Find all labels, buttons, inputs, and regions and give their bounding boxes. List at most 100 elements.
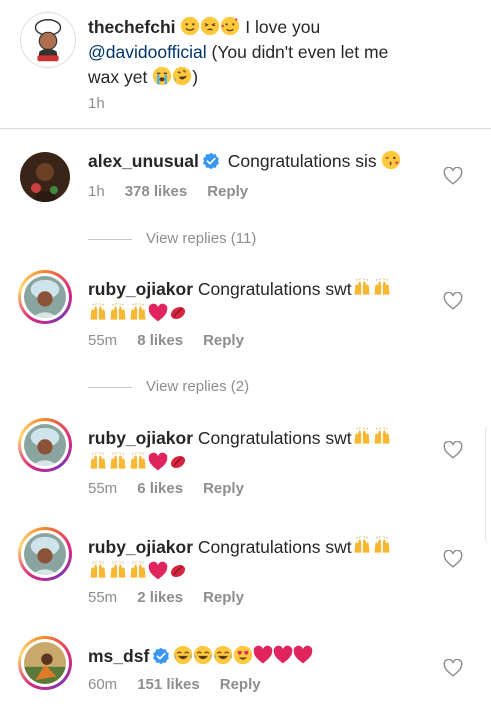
avatar[interactable] (18, 636, 72, 690)
comment-text: I love you (240, 17, 321, 37)
raising-hands-icon (108, 303, 128, 323)
raising-hands-icon (372, 427, 392, 447)
raising-hands-icon (128, 452, 148, 472)
view-replies-divider (88, 387, 132, 388)
smiling-face-icon (180, 16, 200, 36)
comment-line (88, 560, 188, 584)
likes-count[interactable]: 8 likes (137, 332, 183, 349)
comment-username[interactable]: thechefchi (88, 17, 176, 37)
reply-button[interactable]: Reply (203, 480, 244, 497)
red-heart-icon (253, 645, 273, 665)
comment-meta: 60m 151 likes Reply (88, 676, 261, 693)
avatar[interactable] (20, 12, 76, 68)
comment-username[interactable]: ruby_ojiakor (88, 428, 193, 448)
comment-time: 60m (88, 676, 118, 693)
kiss-mark-icon (168, 561, 188, 581)
like-heart-icon[interactable] (443, 441, 463, 459)
comment-username[interactable]: ms_dsf (88, 646, 149, 666)
user-photo-avatar-icon (24, 424, 66, 466)
face-with-tears-of-joy-icon (193, 645, 213, 665)
comment-username[interactable]: ruby_ojiakor (88, 279, 193, 299)
comment-line (88, 302, 188, 326)
reply-button[interactable]: Reply (220, 676, 261, 693)
comment-text: Congratulations sis (222, 151, 382, 171)
reply-button[interactable]: Reply (203, 589, 244, 606)
face-blowing-kiss-icon (381, 150, 401, 170)
comment-line: alex_unusual Congratulations sis (88, 149, 401, 173)
comment-meta: 55m 8 likes Reply (88, 332, 244, 349)
user-photo-avatar-icon (24, 642, 66, 684)
raising-hands-icon (372, 278, 392, 298)
scrollbar[interactable] (485, 425, 491, 545)
comment-meta: 55m 6 likes Reply (88, 480, 244, 497)
comment-line: ruby_ojiakor Congratulations swt (88, 535, 392, 559)
user-photo-avatar-icon (20, 152, 70, 202)
view-replies-link[interactable]: View replies (2) (146, 378, 249, 395)
like-heart-icon[interactable] (443, 167, 463, 185)
likes-count[interactable]: 6 likes (137, 480, 183, 497)
top-comment: thechefchi I love you @davidoofficial (Y… (0, 0, 491, 129)
comment-meta: 1h 378 likes Reply (88, 183, 248, 200)
comment-line-3: wax yet ) (88, 65, 198, 89)
comment-line: ms_dsf (88, 644, 313, 668)
raising-hands-icon (128, 303, 148, 323)
comment-username[interactable]: ruby_ojiakor (88, 537, 193, 557)
view-replies-link[interactable]: View replies (11) (146, 230, 256, 247)
raising-hands-icon (372, 536, 392, 556)
comment-text: ) (192, 67, 199, 87)
raising-hands-icon (128, 561, 148, 581)
crying-face-icon (152, 66, 172, 86)
raising-hands-icon (352, 278, 372, 298)
likes-count[interactable]: 378 likes (125, 183, 188, 200)
reply-button[interactable]: Reply (203, 332, 244, 349)
red-heart-icon (148, 452, 168, 472)
avatar[interactable] (18, 527, 72, 581)
raising-hands-icon (108, 452, 128, 472)
comment-line-2: @davidoofficial (You didn't even let me (88, 40, 388, 64)
like-heart-icon[interactable] (443, 292, 463, 310)
comment-time: 55m (88, 480, 118, 497)
user-photo-avatar-icon (24, 276, 66, 318)
raising-hands-icon (88, 303, 108, 323)
comment-time: 55m (88, 332, 118, 349)
avatar[interactable] (18, 418, 72, 472)
avatar[interactable] (18, 270, 72, 324)
red-heart-icon (273, 645, 293, 665)
comment-text: (You didn't even let me (206, 42, 389, 62)
tired-face-icon (200, 16, 220, 36)
view-replies-divider (88, 239, 132, 240)
red-heart-icon (148, 303, 168, 323)
smiling-face-with-heart-eyes-icon (233, 645, 253, 665)
comment-time: 1h (88, 183, 105, 200)
comment-text: Congratulations swt (193, 279, 352, 299)
comment-line: ruby_ojiakor Congratulations swt (88, 426, 392, 450)
user-photo-avatar-icon (24, 533, 66, 575)
kiss-mark-icon (168, 452, 188, 472)
reply-button[interactable]: Reply (207, 183, 248, 200)
smiling-face-with-hearts-icon (220, 16, 240, 36)
likes-count[interactable]: 2 likes (137, 589, 183, 606)
likes-count[interactable]: 151 likes (137, 676, 200, 693)
like-heart-icon[interactable] (443, 550, 463, 568)
comment-time: 55m (88, 589, 118, 606)
raising-hands-icon (352, 536, 372, 556)
comment-line-1: thechefchi I love you (88, 15, 320, 39)
comment-line: ruby_ojiakor Congratulations swt (88, 277, 392, 301)
kiss-mark-icon (168, 303, 188, 323)
red-heart-icon (148, 561, 168, 581)
face-with-tears-of-joy-icon (213, 645, 233, 665)
chef-logo-avatar-icon (21, 13, 75, 67)
comment-line (88, 451, 188, 475)
verified-badge-icon (202, 152, 220, 170)
raising-hands-icon (352, 427, 372, 447)
like-heart-icon[interactable] (443, 659, 463, 677)
comment-time: 1h (88, 95, 105, 112)
rolling-laughing-face-icon (172, 66, 192, 86)
raising-hands-icon (88, 452, 108, 472)
avatar[interactable] (20, 152, 70, 202)
comment-meta: 55m 2 likes Reply (88, 589, 244, 606)
comment-username[interactable]: alex_unusual (88, 151, 199, 171)
mention-link[interactable]: @davidoofficial (88, 42, 207, 62)
verified-badge-icon (152, 647, 170, 665)
raising-hands-icon (108, 561, 128, 581)
